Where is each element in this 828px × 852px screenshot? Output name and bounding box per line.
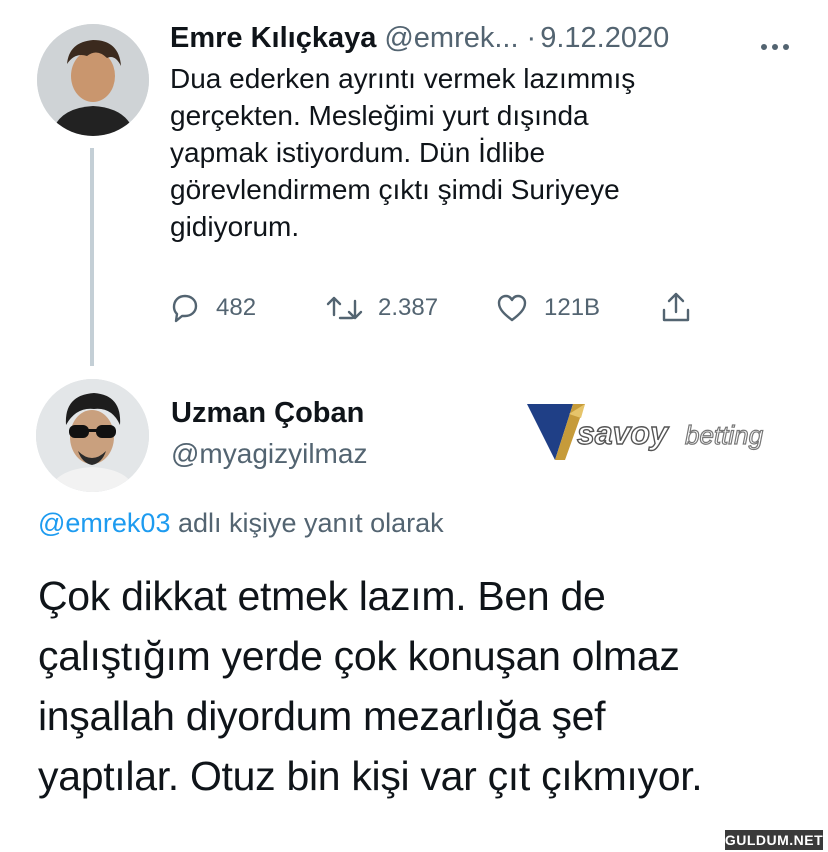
reply-count: 482 [216, 294, 257, 321]
tweet-text-line: çalıştığım yerde çok konuşan olmaz [38, 633, 680, 679]
mention-link[interactable]: @emrek03 [38, 508, 170, 538]
tweet-text-line: inşallah diyordum mezarlığa şef [38, 693, 606, 739]
retweet-button[interactable]: 2.387 [324, 290, 438, 326]
avatar[interactable] [37, 24, 149, 136]
author-name[interactable]: Uzman Çoban [171, 397, 364, 430]
tweet-text-line: gerçekten. Mesleğimi yurt dışında [170, 100, 589, 131]
retweet-icon [326, 296, 363, 320]
like-button[interactable]: 121B [494, 290, 600, 326]
share-button[interactable] [658, 290, 694, 326]
tweet-date[interactable]: 9.12.2020 [540, 22, 669, 55]
reply-icon [172, 294, 198, 323]
savoybetting-watermark: savoy betting [525, 400, 793, 462]
heart-icon [497, 294, 527, 322]
reply-button[interactable]: 482 [166, 290, 256, 326]
tweet2-text: Çok dikkat etmek lazım. Ben de çalıştığı… [38, 566, 808, 806]
tweet-text-line: görevlendirmem çıktı şimdi Suriyeye [170, 174, 620, 205]
tweet1-text: Dua ederken ayrıntı vermek lazımmış gerç… [170, 60, 770, 245]
tweet-text-line: Çok dikkat etmek lazım. Ben de [38, 573, 606, 619]
svg-text:betting: betting [685, 420, 764, 450]
separator-dot: · [526, 22, 537, 54]
thread-line [90, 148, 94, 366]
tweet-text-line: Dua ederken ayrıntı vermek lazımmış [170, 63, 636, 94]
tweet-text-line: yapmak istiyordum. Dün İdlibe [170, 137, 546, 168]
retweet-count: 2.387 [378, 294, 439, 321]
author-name[interactable]: Emre Kılıçkaya [170, 22, 376, 55]
replying-suffix: adlı kişiye yanıt olarak [177, 508, 444, 538]
tweet1-header: Emre Kılıçkaya @emrek... · 9.12.2020 [170, 22, 669, 55]
avatar[interactable] [36, 379, 149, 492]
share-icon [662, 292, 690, 322]
replying-to: @emrek03 adlı kişiye yanıt olarak [38, 508, 444, 539]
author-handle[interactable]: @myagizyilmaz [171, 438, 367, 470]
tweet-text-line: gidiyorum. [170, 211, 300, 242]
tweet-text-line: yaptılar. Otuz bin kişi var çıt çıkmıyor… [38, 753, 703, 799]
like-count: 121B [544, 294, 601, 321]
site-watermark-badge: GULDUM.NET [724, 830, 824, 850]
more-options-icon[interactable] [760, 38, 790, 56]
svg-text:savoy: savoy [577, 415, 670, 451]
author-handle[interactable]: @emrek... [384, 22, 518, 55]
